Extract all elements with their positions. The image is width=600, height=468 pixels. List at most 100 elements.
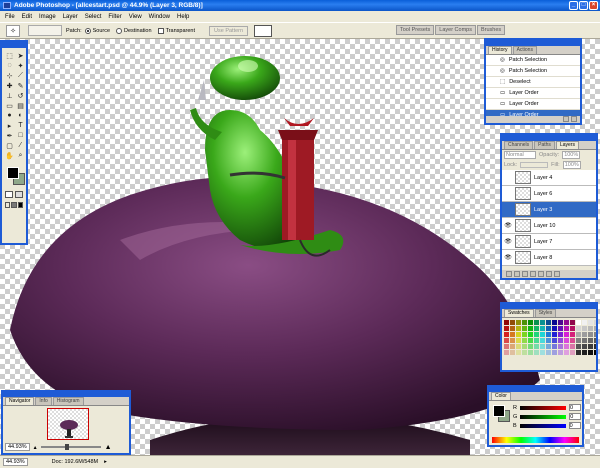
magic-wand-icon[interactable]: ✦	[16, 61, 25, 70]
quick-mask-icon[interactable]	[15, 191, 23, 198]
swatch[interactable]	[516, 332, 521, 337]
swatch[interactable]	[510, 350, 515, 355]
swatch[interactable]	[564, 332, 569, 337]
screen-mode-full-icon[interactable]	[11, 202, 17, 208]
tab-info[interactable]: Info	[35, 397, 52, 405]
screen-mode-icon[interactable]	[5, 202, 11, 208]
swatch[interactable]	[504, 320, 509, 325]
swatch[interactable]	[522, 326, 527, 331]
notes-tool-icon[interactable]: ▢	[5, 141, 14, 150]
swatch[interactable]	[510, 332, 515, 337]
swatch[interactable]	[558, 344, 563, 349]
swatch[interactable]	[546, 320, 551, 325]
tab-tool-presets[interactable]: Tool Presets	[396, 25, 435, 35]
swatch[interactable]	[516, 326, 521, 331]
zoom-out-icon[interactable]: ▴	[34, 444, 37, 451]
swatch[interactable]	[552, 326, 557, 331]
swatch[interactable]	[528, 344, 533, 349]
layer-row[interactable]: 👁 Layer 8	[502, 250, 596, 266]
swatch[interactable]	[534, 338, 539, 343]
swatch[interactable]	[552, 344, 557, 349]
swatch[interactable]	[540, 344, 545, 349]
minimize-button[interactable]: _	[569, 1, 578, 10]
swatch[interactable]	[594, 338, 596, 343]
swatch[interactable]	[588, 338, 593, 343]
new-fill-layer-button[interactable]	[530, 271, 536, 277]
swatch[interactable]	[582, 332, 587, 337]
slice-tool-icon[interactable]: ⟋	[16, 71, 25, 80]
tab-actions[interactable]: Actions	[512, 46, 537, 54]
swatch[interactable]	[528, 350, 533, 355]
swatch[interactable]	[522, 344, 527, 349]
swatch[interactable]	[570, 320, 575, 325]
tab-styles[interactable]: Styles	[534, 309, 557, 317]
swatch[interactable]	[504, 344, 509, 349]
eye-icon[interactable]: 👁	[504, 222, 512, 229]
history-item[interactable]: ▭ Layer Order	[486, 99, 580, 110]
green-slider[interactable]	[520, 414, 567, 419]
gradient-tool-icon[interactable]: ▤	[16, 101, 25, 110]
swatch[interactable]	[516, 350, 521, 355]
swatch[interactable]	[582, 338, 587, 343]
menu-filter[interactable]: Filter	[108, 14, 121, 20]
type-tool-icon[interactable]: T	[16, 121, 25, 130]
blue-value[interactable]: 0	[568, 422, 581, 429]
menu-edit[interactable]: Edit	[22, 14, 32, 20]
swatch[interactable]	[564, 326, 569, 331]
swatch[interactable]	[522, 320, 527, 325]
path-selection-icon[interactable]: ▸	[5, 121, 14, 130]
swatch[interactable]	[552, 320, 557, 325]
swatch[interactable]	[564, 344, 569, 349]
patch-mode-icons[interactable]	[28, 25, 62, 36]
history-item[interactable]: ◎ Patch Selection	[486, 66, 580, 77]
swatch[interactable]	[576, 344, 581, 349]
color-foreground[interactable]	[493, 405, 505, 417]
status-menu-arrow[interactable]: ▸	[104, 459, 107, 465]
swatch[interactable]	[522, 338, 527, 343]
swatch[interactable]	[528, 332, 533, 337]
foreground-color[interactable]	[7, 167, 19, 179]
blue-slider[interactable]	[519, 423, 566, 428]
transparent-checkbox[interactable]	[157, 27, 164, 34]
swatch[interactable]	[546, 332, 551, 337]
color-ramp[interactable]	[492, 437, 579, 443]
swatch[interactable]	[570, 338, 575, 343]
swatch[interactable]	[534, 350, 539, 355]
swatch[interactable]	[546, 350, 551, 355]
navigator-thumbnail[interactable]	[47, 408, 89, 440]
tab-layers[interactable]: Layers	[555, 141, 579, 149]
swatch[interactable]	[516, 338, 521, 343]
swatch[interactable]	[510, 320, 515, 325]
swatch[interactable]	[504, 338, 509, 343]
blur-tool-icon[interactable]: ●	[5, 111, 14, 120]
swatch[interactable]	[594, 326, 596, 331]
swatch[interactable]	[516, 344, 521, 349]
layer-row-selected[interactable]: Layer 3	[502, 202, 596, 218]
swatch[interactable]	[570, 344, 575, 349]
new-snapshot-button[interactable]	[563, 116, 569, 122]
swatch[interactable]	[558, 350, 563, 355]
menu-file[interactable]: File	[5, 14, 15, 20]
history-brush-icon[interactable]: ↺	[16, 91, 25, 100]
history-item[interactable]: ⬚ Deselect	[486, 77, 580, 88]
trash-icon[interactable]	[571, 116, 577, 122]
swatch[interactable]	[564, 350, 569, 355]
swatch[interactable]	[558, 338, 563, 343]
healing-brush-icon[interactable]: ✚	[5, 81, 14, 90]
swatch[interactable]	[558, 326, 563, 331]
swatch[interactable]	[570, 326, 575, 331]
pattern-picker[interactable]	[254, 24, 273, 37]
swatch[interactable]	[576, 338, 581, 343]
swatch[interactable]	[594, 350, 596, 355]
tab-histogram[interactable]: Histogram	[52, 397, 84, 405]
stamp-tool-icon[interactable]: ⊥	[5, 91, 14, 100]
shape-tool-icon[interactable]: □	[16, 131, 25, 140]
destination-radio[interactable]	[116, 27, 123, 34]
history-item[interactable]: ▭ Layer Order	[486, 88, 580, 99]
layer-row[interactable]: 👁 Layer 10	[502, 218, 596, 234]
color-swatches[interactable]	[5, 165, 25, 187]
history-item[interactable]: ◎ Patch Selection	[486, 55, 580, 66]
swatch[interactable]	[588, 332, 593, 337]
swatch[interactable]	[588, 344, 593, 349]
red-slider[interactable]	[519, 405, 566, 410]
